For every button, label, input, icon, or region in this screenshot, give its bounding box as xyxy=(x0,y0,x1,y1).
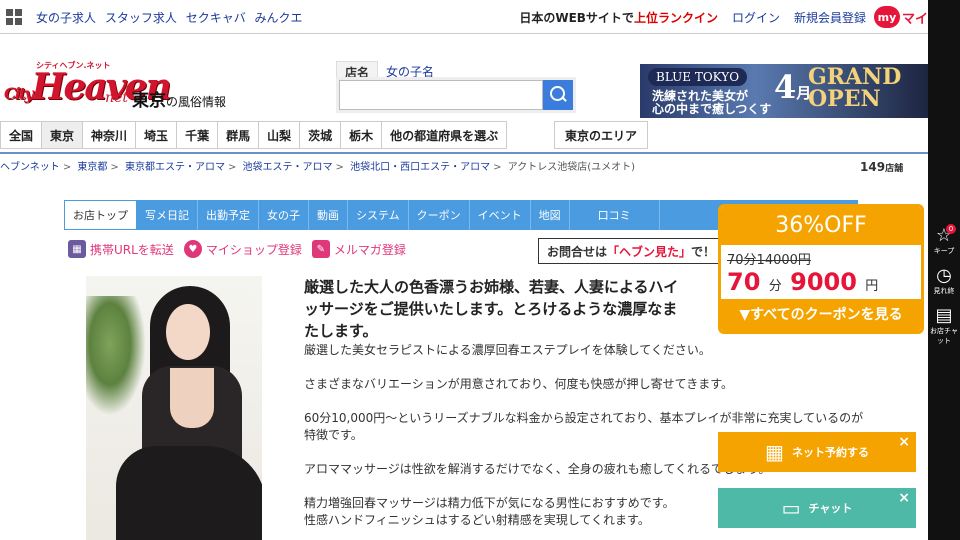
coupon-old-price: 70分14000円 xyxy=(727,253,811,268)
send-url-label: 携帯URLを転送 xyxy=(90,242,174,257)
close-icon[interactable]: × xyxy=(898,434,910,450)
tab-reviews[interactable]: 口コミ xyxy=(570,200,660,230)
shop-actions: ▦ 携帯URLを転送 ♥ マイショップ登録 ✎ メルマガ登録 xyxy=(68,240,416,258)
tab-video[interactable]: 動画 xyxy=(309,200,348,230)
top-bar: 女の子求人 スタッフ求人 セクキャバ みんクエ 日本のWEBサイトで上位ランクイ… xyxy=(0,0,928,34)
my-page-label[interactable]: マイ xyxy=(902,8,928,27)
top-links: 女の子求人 スタッフ求人 セクキャバ みんクエ xyxy=(36,9,308,26)
my-shop-link[interactable]: ♥ マイショップ登録 xyxy=(183,240,302,258)
top-right: 日本のWEBサイトで上位ランクイン ログイン 新規会員登録 my マイ xyxy=(519,6,928,28)
breadcrumb-item[interactable]: 池袋エステ・アロマ xyxy=(243,162,333,173)
login-link[interactable]: ログイン xyxy=(732,9,780,26)
shop-headline: 厳選した大人の色香漂うお姉様、若妻、人妻によるハイ ッサージをご提供いたします。… xyxy=(304,278,679,340)
shop-chat-button[interactable]: ▤ お店チャット xyxy=(928,306,960,346)
keep-button[interactable]: ☆ 0 キープ xyxy=(928,224,960,256)
pref-ibaraki[interactable]: 茨城 xyxy=(299,121,342,149)
tab-schedule[interactable]: 出勤予定 xyxy=(198,200,259,230)
inquiry-box: お問合せは 「ヘブン見た」 で！ xyxy=(538,238,720,264)
banner-brand: BLUE TOKYO xyxy=(648,68,748,86)
tab-coupon[interactable]: クーポン xyxy=(409,200,470,230)
newsletter-link[interactable]: ✎ メルマガ登録 xyxy=(311,240,406,258)
view-all-coupons-button[interactable]: ▼すべてのクーポンを見る xyxy=(721,299,921,331)
site-logo[interactable]: シティヘブン.ネット CityHeaven net xyxy=(4,60,172,112)
breadcrumb-item[interactable]: ヘブンネット xyxy=(0,162,60,173)
history-label: 見れ終 xyxy=(933,287,955,295)
pref-kanagawa[interactable]: 神奈川 xyxy=(82,121,137,149)
tab-girls[interactable]: 女の子 xyxy=(259,200,309,230)
link-job-staff[interactable]: スタッフ求人 xyxy=(105,11,177,25)
description-paragraph: 厳選した美女セラピストによる濃厚回春エステプレイを体験してください。 xyxy=(304,343,711,357)
search-box xyxy=(336,77,576,113)
tagline: 日本のWEBサイトで上位ランクイン xyxy=(519,10,718,25)
shop-count: 149店舗 xyxy=(860,160,904,174)
breadcrumb-item[interactable]: 池袋北口・西口エステ・アロマ xyxy=(350,162,490,173)
chat-button[interactable]: ▭ チャット × xyxy=(718,488,916,528)
pref-tokyo[interactable]: 東京 xyxy=(41,121,84,149)
description-paragraph: さまざまなバリエーションが用意されており、何度も快感が押し寄せてきます。 xyxy=(304,377,734,391)
nav-divider xyxy=(0,152,928,154)
prefecture-nav: 全国 東京 神奈川 埼玉 千葉 群馬 山梨 茨城 栃木 他の都道府県を選ぶ xyxy=(0,121,508,149)
pref-other[interactable]: 他の都道府県を選ぶ xyxy=(381,121,508,149)
coupon-card[interactable]: 36%OFF 70分14000円 70 分 9000 円 ▼すべてのクーポンを見… xyxy=(718,204,924,334)
banner-headline: GRAND OPEN xyxy=(808,64,902,112)
shop-chat-label: お店チャット xyxy=(930,327,958,345)
pref-nationwide[interactable]: 全国 xyxy=(0,121,43,149)
link-minque[interactable]: みんクエ xyxy=(255,11,303,25)
apps-grid-icon[interactable] xyxy=(6,9,22,25)
my-page-icon[interactable]: my xyxy=(873,6,900,28)
pref-yamanashi[interactable]: 山梨 xyxy=(258,121,301,149)
pref-saitama[interactable]: 埼玉 xyxy=(135,121,178,149)
pref-chiba[interactable]: 千葉 xyxy=(176,121,219,149)
pref-gunma[interactable]: 群馬 xyxy=(217,121,260,149)
register-link[interactable]: 新規会員登録 xyxy=(794,9,866,26)
history-button[interactable]: ◷ 見れ終 xyxy=(928,266,960,296)
search-button[interactable] xyxy=(543,80,573,110)
breadcrumb-current: アクトレス池袋店(ユメオト) xyxy=(507,162,636,173)
link-job-girls[interactable]: 女の子求人 xyxy=(36,11,96,25)
search-input[interactable] xyxy=(339,80,543,110)
logo-net-text: net xyxy=(105,90,128,106)
side-toolbar: ☆ 0 キープ ◷ 見れ終 ▤ お店チャット xyxy=(928,0,960,540)
chat-bubble-icon: ▭ xyxy=(781,496,801,520)
coupon-discount: 36%OFF xyxy=(721,207,921,245)
send-url-link[interactable]: ▦ 携帯URLを転送 xyxy=(68,240,174,258)
heart-icon: ♥ xyxy=(183,240,202,258)
tab-event[interactable]: イベント xyxy=(470,200,531,230)
pref-tochigi[interactable]: 栃木 xyxy=(340,121,383,149)
banner-copy: 洗練された美女が 心の中まで癒しつくす xyxy=(652,89,772,116)
calendar-icon: ▦ xyxy=(765,440,784,464)
banner-month: 4月 xyxy=(774,68,812,106)
chat-label: チャット xyxy=(808,502,853,515)
ad-banner[interactable]: BLUE TOKYO 洗練された美女が 心の中まで癒しつくす 4月 GRAND OP… xyxy=(640,64,928,118)
history-clock-icon: ◷ xyxy=(936,265,952,286)
link-sekucaba[interactable]: セクキャバ xyxy=(186,11,246,25)
tokyo-area-button[interactable]: 東京のエリア xyxy=(554,121,649,149)
keep-label: キープ xyxy=(933,247,955,255)
close-icon[interactable]: × xyxy=(898,490,910,506)
tab-photo-diary[interactable]: 写メ日記 xyxy=(137,200,198,230)
region-title: 東京の風俗情報 xyxy=(132,91,227,111)
coupon-new-price: 70 分 9000 円 xyxy=(727,268,879,296)
newsletter-label: メルマガ登録 xyxy=(333,242,406,257)
tab-system[interactable]: システム xyxy=(348,200,409,230)
keep-count-badge: 0 xyxy=(946,224,956,234)
chat-bubble-icon: ▤ xyxy=(935,305,953,326)
tab-shop-top[interactable]: お店トップ xyxy=(64,200,137,230)
breadcrumb-item[interactable]: 東京都 xyxy=(77,162,107,173)
breadcrumb-item[interactable]: 東京都エステ・アロマ xyxy=(125,162,225,173)
my-shop-label: マイショップ登録 xyxy=(205,242,302,257)
breadcrumb: ヘブンネット > 東京都 > 東京都エステ・アロマ > 池袋エステ・アロマ > 池袋北口… xyxy=(0,162,636,173)
shop-main-photo[interactable] xyxy=(86,276,262,540)
mobile-url-icon: ▦ xyxy=(68,240,86,258)
net-reserve-label: ネット予約する xyxy=(791,446,869,459)
net-reserve-button[interactable]: ▦ ネット予約する × xyxy=(718,432,916,472)
pencil-note-icon: ✎ xyxy=(311,240,330,258)
tab-map[interactable]: 地図 xyxy=(531,200,570,230)
